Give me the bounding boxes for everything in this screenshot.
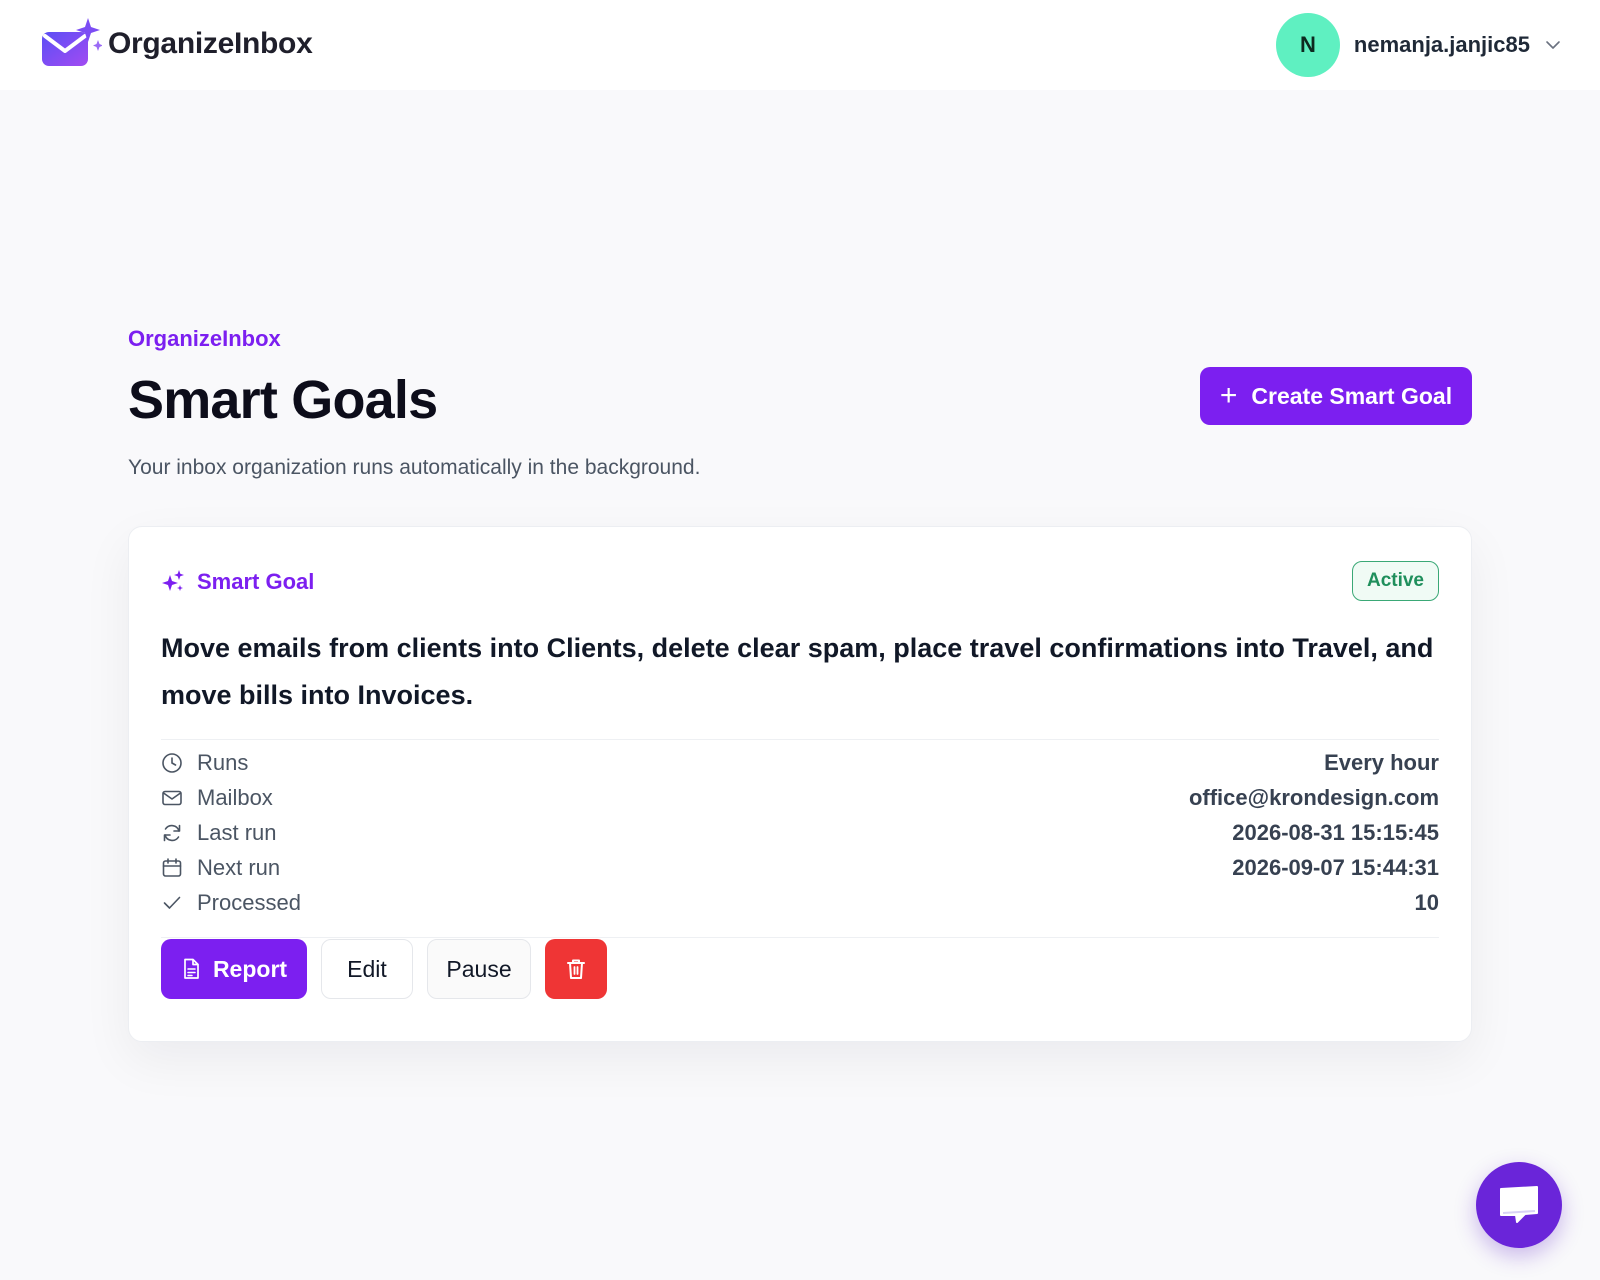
clock-icon [162, 752, 182, 773]
edit-button[interactable]: Edit [321, 939, 413, 999]
goal-actions: Report Edit Pause [161, 939, 607, 1001]
detail-value: 2026-09-07 15:44:31 [1232, 854, 1439, 880]
chat-icon [1500, 1186, 1538, 1223]
create-smart-goal-label: Create Smart Goal [1251, 382, 1453, 409]
divider [161, 937, 1439, 938]
title-row: Smart Goals + Create Smart Goal [128, 364, 1472, 436]
divider [161, 739, 1439, 740]
card-header: Smart Goal Active [161, 561, 1439, 603]
detail-row-next-run: Next run 2026-09-07 15:44:31 [161, 850, 1439, 885]
brand-name: OrganizeInbox [108, 27, 313, 60]
sparkle-icon [162, 570, 184, 591]
mail-icon [162, 790, 182, 805]
report-label: Report [212, 955, 288, 982]
page-subtitle: Your inbox organization runs automatical… [128, 456, 701, 479]
chevron-down-icon [1546, 41, 1560, 49]
document-icon [184, 958, 199, 979]
detail-label: Runs [197, 749, 249, 775]
detail-value: office@krondesign.com [1188, 784, 1439, 810]
detail-row-processed: Processed 10 [161, 885, 1439, 920]
detail-label: Last run [197, 819, 277, 845]
logo-icon [42, 18, 102, 66]
detail-value: 10 [1414, 889, 1439, 915]
status-badge: Active [1351, 561, 1439, 601]
top-bar: OrganizeInbox N nemanja.janjic85 [0, 0, 1600, 90]
create-smart-goal-button[interactable]: + Create Smart Goal [1200, 367, 1472, 425]
refresh-icon [163, 824, 181, 841]
smart-goal-card: Smart Goal Active Move emails from clien… [128, 526, 1472, 1042]
goal-description: Move emails from clients into Clients, d… [161, 633, 1434, 710]
delete-button[interactable] [545, 939, 607, 999]
detail-value: 2026-08-31 15:15:45 [1232, 819, 1439, 845]
chat-button[interactable] [1476, 1162, 1562, 1248]
calendar-icon [162, 857, 182, 877]
detail-row-runs: Runs Every hour [161, 745, 1439, 780]
brand[interactable]: OrganizeInbox [40, 16, 313, 72]
user-menu[interactable]: N nemanja.janjic85 [1275, 13, 1562, 77]
pause-button[interactable]: Pause [427, 939, 531, 999]
card-kind-label: Smart Goal [197, 569, 315, 594]
detail-label: Next run [197, 854, 281, 880]
check-icon [163, 896, 181, 909]
plus-icon: + [1219, 379, 1238, 412]
main-content: OrganizeInbox Smart Goals + Create Smart… [128, 326, 1472, 1042]
report-button[interactable]: Report [161, 939, 307, 999]
detail-label: Mailbox [197, 784, 273, 810]
detail-label: Processed [197, 889, 301, 915]
page-eyebrow: OrganizeInbox [128, 326, 281, 351]
user-name: nemanja.janjic85 [1353, 32, 1530, 57]
detail-row-last-run: Last run 2026-08-31 15:15:45 [161, 815, 1439, 850]
avatar: N [1275, 13, 1340, 77]
goal-details: Runs Every hour Mailbox office@krondesig… [161, 745, 1439, 920]
card-kind: Smart Goal [161, 561, 1439, 603]
trash-icon [567, 959, 585, 979]
detail-value: Every hour [1324, 749, 1439, 775]
detail-row-mailbox: Mailbox office@krondesign.com [161, 780, 1439, 815]
